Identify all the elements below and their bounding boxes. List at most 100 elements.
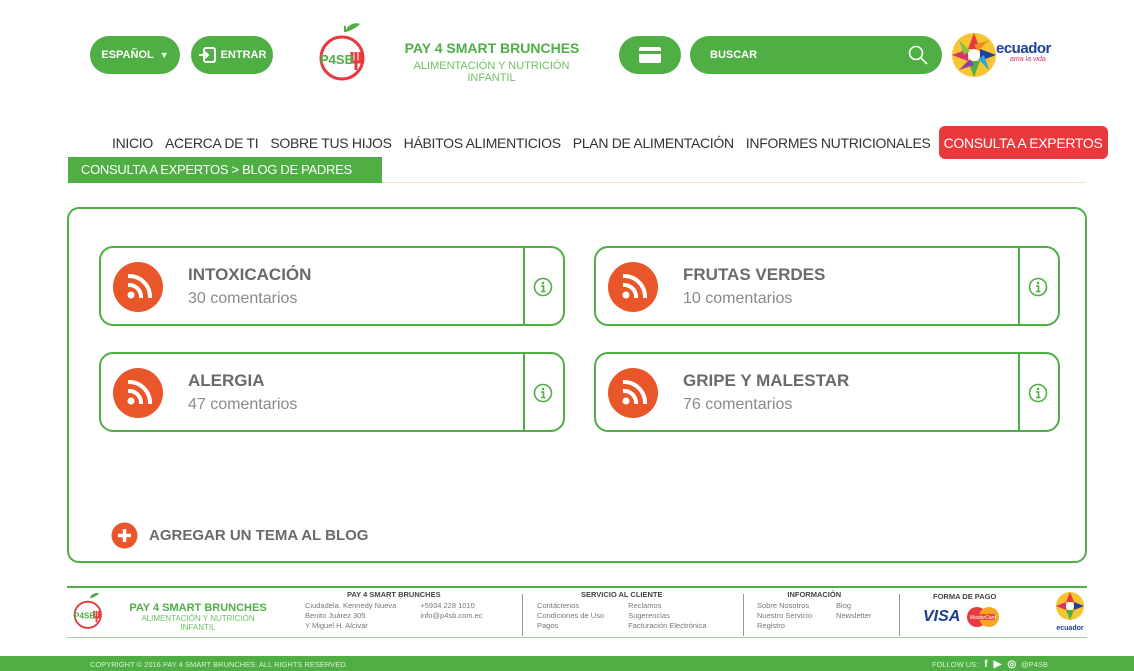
footer-company-heading: PAY 4 SMART BRUNCHES — [346, 590, 441, 599]
topic-card[interactable]: INTOXICACIÓN 30 comentarios — [99, 246, 565, 326]
ecuador-logo-word: ecuador — [996, 40, 1051, 57]
chevron-down-icon: ▼ — [159, 50, 169, 60]
brand-subtitle: ALIMENTACIÓN Y NUTRICIÓN INFANTIL — [413, 60, 570, 84]
footer-phone: +5934 228 1010 — [420, 601, 475, 610]
language-label: ESPAÑOL — [101, 49, 154, 61]
topic-comment-count: 30 comentarios — [188, 290, 298, 307]
add-topic-button[interactable]: AGREGAR UN TEMA AL BLOG — [111, 522, 368, 549]
site-header: ESPAÑOL ▼ ENTRAR P4SB PAY 4 SMART BRUNCH… — [0, 0, 1134, 160]
mastercard-text: MasterCard — [970, 615, 996, 621]
topic-title: FRUTAS VERDES — [683, 265, 826, 284]
footer-info-heading: INFORMACIÓN — [787, 590, 842, 599]
nav-sobre-tus-hijos[interactable]: SOBRE TUS HIJOS — [270, 135, 392, 151]
footer-link-newsletter[interactable]: Newsletter — [836, 611, 871, 621]
info-icon[interactable] — [533, 277, 553, 297]
login-icon — [198, 47, 216, 63]
topic-card[interactable]: GRIPE Y MALESTAR 76 comentarios — [594, 352, 1060, 432]
search-icon[interactable] — [908, 45, 928, 65]
topic-divider — [523, 352, 525, 432]
instagram-icon[interactable]: ◎ — [1007, 659, 1016, 670]
svg-text:P4SB: P4SB — [74, 612, 95, 621]
footer-p4sb-logo[interactable]: P4SB — [69, 592, 109, 630]
footer-link-blog[interactable]: Blog — [836, 601, 871, 611]
info-icon[interactable] — [1028, 277, 1048, 297]
mastercard-logo: MasterCard — [967, 607, 999, 627]
footer-link-reclamos[interactable]: Reclamos — [628, 601, 706, 611]
breadcrumb-divider — [382, 182, 1086, 183]
rss-icon — [113, 262, 163, 312]
topic-title: GRIPE Y MALESTAR — [683, 371, 850, 390]
topic-divider — [1018, 246, 1020, 326]
topic-title: INTOXICACIÓN — [188, 265, 312, 284]
footer-customer-service: SERVICIO AL CLIENTE Contáctenos Reclamos… — [537, 590, 707, 631]
nav-informes-nutricionales[interactable]: INFORMES NUTRICIONALES — [746, 135, 931, 151]
footer-link-sugerencias[interactable]: Sugerencias — [628, 611, 706, 621]
footer-company-info: PAY 4 SMART BRUNCHES Ciudadela. Kennedy … — [305, 590, 483, 631]
footer-link-pagos[interactable]: Pagos — [537, 621, 604, 631]
footer-brand-title: PAY 4 SMART BRUNCHES — [129, 602, 267, 614]
copyright-text: COPYRIGHT © 2016 PAY 4 SMART BRUNCHES. A… — [90, 660, 348, 669]
nav-habitos-alimenticios[interactable]: HÁBITOS ALIMENTICIOS — [404, 135, 561, 151]
footer-brand-subtitle: ALIMENTACIÓN Y NUTRICIÓN INFANTIL — [141, 614, 255, 632]
footer-empty — [420, 621, 482, 631]
footer-link-contactenos[interactable]: Contáctenos — [537, 601, 604, 611]
svg-text:ecuador: ecuador — [1056, 625, 1084, 632]
rss-icon — [608, 262, 658, 312]
footer-link-registro[interactable]: Registro — [757, 621, 812, 631]
footer-brand: PAY 4 SMART BRUNCHES ALIMENTACIÓN Y NUTR… — [125, 602, 271, 632]
login-button[interactable]: ENTRAR — [191, 36, 273, 74]
footer-link-nuestro-servicio[interactable]: Nuestro Servicio — [757, 611, 812, 621]
breadcrumb: CONSULTA A EXPERTOS > BLOG DE PADRES — [68, 157, 382, 183]
topic-comment-count: 10 comentarios — [683, 290, 793, 307]
site-footer: P4SB PAY 4 SMART BRUNCHES ALIMENTACIÓN Y… — [67, 586, 1087, 638]
add-topic-label: AGREGAR UN TEMA AL BLOG — [149, 527, 369, 544]
copyright-bar: COPYRIGHT © 2016 PAY 4 SMART BRUNCHES. A… — [0, 656, 1134, 671]
nav-acerca-de-ti[interactable]: ACERCA DE TI — [165, 135, 259, 151]
footer-ecuador-logo: ecuador — [1056, 592, 1084, 632]
topic-divider — [1018, 352, 1020, 432]
svg-text:P4SB: P4SB — [320, 52, 354, 67]
footer-address-line: Ciudadela. Kennedy Nueva — [305, 601, 397, 610]
language-selector[interactable]: ESPAÑOL ▼ — [90, 36, 180, 74]
topic-title: ALERGIA — [188, 371, 265, 390]
p4sb-logo[interactable]: P4SB — [312, 22, 376, 82]
brand-title: PAY 4 SMART BRUNCHES — [404, 40, 580, 56]
social-handle: @P4SB — [1021, 660, 1048, 669]
search-bar — [690, 36, 942, 74]
facebook-icon[interactable]: f — [984, 659, 987, 670]
visa-logo: VISA — [923, 608, 961, 625]
nav-plan-de-alimentacion[interactable]: PLAN DE ALIMENTACIÓN — [573, 135, 734, 151]
follow-us-label: FOLLOW US: — [932, 660, 979, 669]
social-links: FOLLOW US: f ▶ ◎ @P4SB — [932, 659, 1048, 670]
payment-methods-heading: FORMA DE PAGO — [933, 592, 997, 601]
topic-card[interactable]: ALERGIA 47 comentarios — [99, 352, 565, 432]
footer-divider — [522, 594, 523, 636]
ecuador-logo-tagline: ama la vida — [1010, 56, 1046, 63]
info-icon[interactable] — [533, 383, 553, 403]
footer-link-facturacion[interactable]: Facturación Electrónica — [628, 621, 706, 631]
rss-icon — [608, 368, 658, 418]
payment-card-button[interactable] — [619, 36, 681, 74]
plus-circle-icon — [111, 522, 138, 549]
youtube-icon[interactable]: ▶ — [994, 659, 1002, 670]
footer-information: INFORMACIÓN Sobre Nosotros Blog Nuestro … — [757, 590, 871, 631]
footer-empty — [836, 621, 871, 631]
topic-comment-count: 47 comentarios — [188, 396, 298, 413]
topic-comment-count: 76 comentarios — [683, 396, 793, 413]
nav-consulta-a-expertos[interactable]: CONSULTA A EXPERTOS — [938, 126, 1108, 159]
footer-address-line: Y Miguel H. Alcivar — [305, 621, 368, 630]
rss-icon — [113, 368, 163, 418]
footer-link-condiciones[interactable]: Condiciones de Uso — [537, 611, 604, 621]
footer-email[interactable]: info@p4sb.com.ec — [420, 611, 482, 621]
topic-divider — [523, 246, 525, 326]
topic-card[interactable]: FRUTAS VERDES 10 comentarios — [594, 246, 1060, 326]
login-label: ENTRAR — [220, 49, 267, 61]
blog-topics-panel: INTOXICACIÓN 30 comentarios FRUTAS VERDE… — [67, 207, 1087, 563]
footer-link-sobre-nosotros[interactable]: Sobre Nosotros — [757, 601, 812, 611]
main-nav: INICIO ACERCA DE TI SOBRE TUS HIJOS HÁBI… — [112, 126, 1108, 159]
nav-inicio[interactable]: INICIO — [112, 135, 153, 151]
search-input[interactable] — [710, 49, 905, 61]
credit-card-icon — [639, 47, 661, 63]
info-icon[interactable] — [1028, 383, 1048, 403]
footer-address-line: Benito Juárez 305 — [305, 611, 366, 620]
